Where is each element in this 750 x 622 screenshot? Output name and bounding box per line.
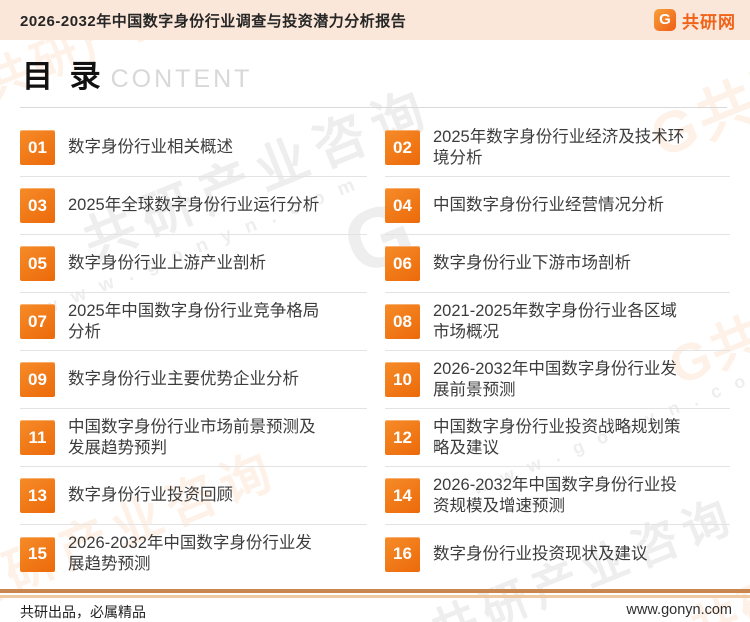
toc-grid: 01 数字身份行业相关概述 02 2025年数字身份行业经济及技术环 境分析 0… — [20, 119, 730, 583]
toc-item-number: 01 — [20, 130, 55, 165]
footer-slogan: 共研出品，必属精品 — [20, 604, 146, 620]
toc-item-number: 12 — [385, 420, 420, 455]
toc-item-title: 2025年全球数字身份行业运行分析 — [68, 196, 320, 214]
toc-title-cn: 目 录 — [22, 59, 105, 94]
brand-logo: G 共研网 — [654, 8, 736, 33]
toc-item-number: 04 — [385, 188, 420, 223]
toc-item-number: 06 — [385, 246, 420, 281]
toc-item: 01 数字身份行业相关概述 — [20, 119, 367, 177]
toc-item-number: 15 — [20, 536, 55, 572]
toc-item: 11 中国数字身份行业市场前景预测及 发展趋势预判 — [20, 409, 367, 467]
toc-item-title: 数字身份行业投资现状及建议 — [433, 544, 648, 563]
toc-item-number: 16 — [385, 536, 420, 572]
toc-item-title: 数字身份行业投资回顾 — [68, 486, 233, 504]
toc-item-title: 数字身份行业下游市场剖析 — [433, 254, 631, 272]
footer-website-url: www.gonyn.com — [626, 602, 732, 618]
toc-item-title: 2026-2032年中国数字身份行业发 展趋势预测 — [68, 534, 312, 573]
toc-item-number: 10 — [385, 362, 420, 397]
footer-accent-line-dark — [0, 589, 750, 593]
toc-item: 06 数字身份行业下游市场剖析 — [385, 235, 730, 293]
heading-divider — [20, 107, 727, 108]
report-toc-page: 共研产业咨询 共研产业咨询 w w w . g o n y n . c o m … — [0, 0, 750, 622]
toc-item: 02 2025年数字身份行业经济及技术环 境分析 — [385, 119, 730, 177]
toc-item: 04 中国数字身份行业经营情况分析 — [385, 177, 730, 235]
toc-item-number: 09 — [20, 362, 55, 397]
toc-item: 12 中国数字身份行业投资战略规划策 略及建议 — [385, 409, 730, 467]
toc-item-title: 2025年中国数字身份行业竞争格局 分析 — [68, 301, 320, 341]
toc-item: 07 2025年中国数字身份行业竞争格局 分析 — [20, 293, 367, 351]
toc-item: 09 数字身份行业主要优势企业分析 — [20, 351, 367, 409]
toc-item: 13 数字身份行业投资回顾 — [20, 467, 367, 525]
toc-title-en: CONTENT — [110, 64, 253, 93]
toc-item: 15 2026-2032年中国数字身份行业发 展趋势预测 — [20, 525, 367, 583]
toc-item: 14 2026-2032年中国数字身份行业投 资规模及增速预测 — [385, 467, 730, 525]
toc-item-number: 07 — [20, 304, 55, 339]
toc-item-title: 数字身份行业相关概述 — [68, 138, 233, 156]
toc-item-title: 中国数字身份行业经营情况分析 — [433, 196, 664, 214]
toc-item: 16 数字身份行业投资现状及建议 — [385, 525, 730, 583]
toc-heading: 目 录 CONTENT — [22, 58, 252, 95]
footer-accent-line-light — [0, 595, 750, 598]
toc-item-title: 2021-2025年数字身份行业各区域 市场概况 — [433, 301, 677, 341]
toc-item-number: 03 — [20, 188, 55, 223]
header-bar: 2026-2032年中国数字身份行业调查与投资潜力分析报告 G 共研网 — [0, 0, 750, 40]
toc-item-title: 数字身份行业上游产业剖析 — [68, 254, 266, 272]
toc-item-title: 数字身份行业主要优势企业分析 — [68, 370, 299, 388]
toc-item: 05 数字身份行业上游产业剖析 — [20, 235, 367, 293]
toc-item-number: 08 — [385, 304, 420, 339]
report-title: 2026-2032年中国数字身份行业调查与投资潜力分析报告 — [20, 12, 407, 30]
toc-item-number: 11 — [20, 420, 55, 455]
toc-item-number: 13 — [20, 478, 55, 513]
brand-logo-text: 共研网 — [682, 12, 736, 32]
toc-item-title: 中国数字身份行业投资战略规划策 略及建议 — [433, 417, 681, 457]
toc-item: 03 2025年全球数字身份行业运行分析 — [20, 177, 367, 235]
toc-item: 08 2021-2025年数字身份行业各区域 市场概况 — [385, 293, 730, 351]
toc-item-number: 14 — [385, 478, 420, 513]
toc-item-number: 05 — [20, 246, 55, 281]
toc-item-title: 中国数字身份行业市场前景预测及 发展趋势预判 — [68, 417, 316, 457]
toc-item-title: 2026-2032年中国数字身份行业投 资规模及增速预测 — [433, 475, 677, 515]
toc-item-title: 2026-2032年中国数字身份行业发 展前景预测 — [433, 359, 677, 399]
brand-logo-icon: G — [654, 9, 676, 31]
toc-item: 10 2026-2032年中国数字身份行业发 展前景预测 — [385, 351, 730, 409]
toc-item-title: 2025年数字身份行业经济及技术环 境分析 — [433, 127, 685, 167]
toc-item-number: 02 — [385, 130, 420, 165]
